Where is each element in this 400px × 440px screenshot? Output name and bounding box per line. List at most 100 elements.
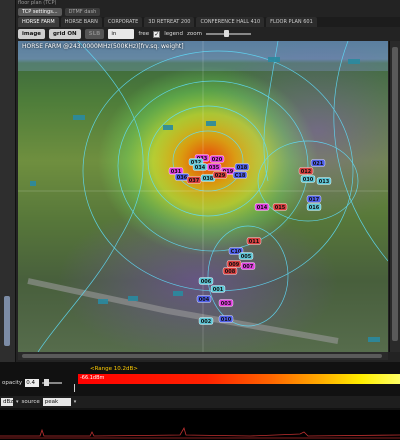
spectrum-panel (0, 408, 400, 440)
node-marker-label: 008 (225, 269, 236, 275)
bottom-toolbar: dBz ▾ source peak ▾ (0, 396, 400, 408)
zoom-label: zoom (186, 31, 202, 37)
legend-checkbox[interactable]: ✓ (153, 30, 161, 38)
tab-conference-hall[interactable]: CONFERENCE HALL 410 (196, 17, 265, 27)
node-marker-label: 017 (309, 197, 320, 203)
tab-horse-farm[interactable]: HORSE FARM (18, 17, 59, 27)
map-horizontal-scrollbar[interactable] (18, 352, 388, 360)
node-marker-label: 006 (201, 279, 212, 285)
source-label: source (21, 399, 40, 405)
tab-horse-barn[interactable]: HORSE BARN (60, 17, 102, 27)
node-marker[interactable]: 001 (210, 285, 226, 293)
node-marker-label: 014 (257, 205, 268, 211)
node-marker[interactable]: 013 (316, 177, 332, 185)
node-marker[interactable]: 021 (310, 159, 326, 167)
window-title: floor plan (TCP) (18, 0, 57, 6)
node-marker[interactable]: 035 (206, 163, 222, 171)
spectrum-plot (0, 408, 400, 439)
node-marker[interactable]: 014 (254, 203, 270, 211)
node-marker-label: 009 (229, 262, 240, 268)
tab-floor-plan[interactable]: FLOOR PLAN 601 (266, 17, 317, 27)
gradient-low-label: -66.1dBm (80, 375, 105, 381)
app-window: floor plan (TCP) TCP settings... DTMF da… (0, 0, 400, 440)
node-marker-label: 012 (301, 169, 312, 175)
node-marker-label: 020 (212, 157, 223, 163)
map-toolbar: image grid ON SLB in free ✓ legend zoom (18, 28, 400, 40)
node-marker[interactable]: 017 (306, 195, 322, 203)
zoom-slider-thumb[interactable] (223, 30, 229, 37)
node-marker-label: 013 (319, 179, 330, 185)
tab-corporate[interactable]: CORPORATE (103, 17, 143, 27)
gradient-marker (74, 384, 75, 392)
node-marker[interactable]: 003 (218, 299, 234, 307)
range-label: <Range 10.2dB> (90, 366, 138, 372)
legend-label: legend (164, 31, 183, 37)
node-marker-label: C18 (235, 173, 246, 179)
node-marker[interactable]: 010 (218, 315, 234, 323)
node-marker-label: 021 (313, 161, 324, 167)
map-vertical-scroll-thumb[interactable] (392, 47, 398, 341)
unit-dropdown[interactable]: dBz (1, 398, 13, 406)
dtmf-dash-button[interactable]: DTMF dash (64, 7, 101, 16)
heatmap-overlay: 033032020035034031036037038019018029C180… (18, 41, 388, 352)
chevron-down-icon[interactable]: ▾ (74, 399, 77, 405)
node-marker[interactable]: 037 (186, 176, 202, 184)
node-marker-label: 002 (201, 319, 212, 325)
opacity-input[interactable]: 0.4 (25, 379, 40, 387)
node-marker-label: 029 (215, 173, 226, 179)
top-button-bar: TCP settings... DTMF dash (18, 7, 400, 16)
tcp-settings-button[interactable]: TCP settings... (18, 7, 62, 16)
source-dropdown[interactable]: peak (42, 398, 71, 406)
node-marker[interactable]: 009 (226, 260, 242, 268)
node-marker-label: 036 (177, 175, 188, 181)
node-marker[interactable]: 004 (196, 295, 212, 303)
heatmap-view[interactable]: 033032020035034031036037038019018029C180… (18, 41, 388, 352)
node-marker-label: 037 (189, 178, 200, 184)
node-marker[interactable]: 034 (192, 163, 208, 171)
node-marker-label: 035 (209, 165, 220, 171)
node-marker-label: 016 (309, 205, 320, 211)
image-button[interactable]: image (18, 29, 45, 39)
left-panel (0, 0, 16, 362)
color-gradient-bar: -66.1dBm (78, 374, 400, 384)
disabled-button[interactable]: SLB (84, 29, 105, 39)
node-marker[interactable]: 015 (272, 203, 288, 211)
node-marker[interactable]: 006 (198, 277, 214, 285)
node-marker-label: 005 (241, 254, 252, 260)
node-marker[interactable]: 018 (234, 163, 250, 171)
node-marker[interactable]: 008 (222, 267, 238, 275)
map-horizontal-scroll-thumb[interactable] (22, 354, 382, 358)
node-marker[interactable]: 029 (212, 171, 228, 179)
node-marker[interactable]: 005 (238, 252, 254, 260)
node-marker-label: 004 (199, 297, 210, 303)
grid-button[interactable]: grid ON (49, 29, 81, 39)
tab-bar: HORSE FARM HORSE BARN CORPORATE 3D RETRE… (18, 17, 400, 27)
node-marker-label: 034 (195, 165, 206, 171)
node-marker[interactable]: 030 (300, 175, 316, 183)
node-marker[interactable]: 016 (306, 203, 322, 211)
node-marker-label: 030 (303, 177, 314, 183)
node-marker[interactable]: 020 (209, 155, 225, 163)
unit-select[interactable]: in (108, 29, 135, 39)
zoom-slider[interactable] (205, 30, 251, 37)
node-marker-label: 011 (249, 239, 260, 245)
left-scrollbar[interactable] (4, 296, 10, 346)
node-marker[interactable]: 011 (246, 237, 262, 245)
tab-3d-retreat[interactable]: 3D RETREAT 200 (144, 17, 195, 27)
node-marker-label: 038 (203, 176, 214, 182)
node-marker-label: 010 (221, 317, 232, 323)
node-marker[interactable]: 007 (240, 262, 256, 270)
opacity-slider-thumb[interactable] (44, 379, 50, 386)
free-label: free (138, 31, 150, 37)
node-marker[interactable]: C18 (232, 171, 248, 179)
opacity-slider[interactable] (42, 379, 63, 386)
node-marker[interactable]: 002 (198, 317, 214, 325)
node-marker[interactable]: 012 (298, 167, 314, 175)
node-marker-label: 018 (237, 165, 248, 171)
node-marker-label: 001 (213, 287, 224, 293)
node-marker-label: 007 (243, 264, 254, 270)
map-vertical-scrollbar[interactable] (389, 41, 400, 352)
opacity-control: opacity 0.4 (2, 379, 63, 387)
map-title: HORSE FARM @243.0000MHz(500KHz)[frv.sq. … (22, 43, 184, 50)
dropdown-arrow-icon[interactable]: ▾ (16, 399, 19, 405)
